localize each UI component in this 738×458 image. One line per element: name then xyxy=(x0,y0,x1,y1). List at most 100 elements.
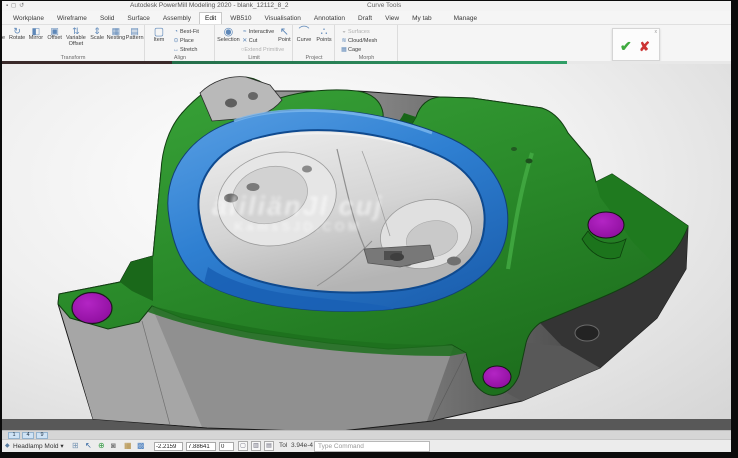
place-button[interactable]: ⊙Place xyxy=(172,36,199,45)
contextual-tab-group-label: Curve Tools xyxy=(367,2,401,9)
mirror-label: Mirror xyxy=(27,36,46,42)
viewport-3d[interactable]: äliliänJl cuj KamsSJD.COM xyxy=(2,64,731,430)
level-tab-4[interactable]: 4 xyxy=(22,432,34,439)
variable-offset-label: Variable Offset xyxy=(64,36,88,47)
ribbon-tab-bar: Workplane Wireframe Solid Surface Assemb… xyxy=(2,11,731,25)
place-label: Place xyxy=(180,38,194,44)
cage-label: Cage xyxy=(348,47,361,53)
grid-icon[interactable]: ▩ xyxy=(137,441,145,451)
best-fit-button[interactable]: ◔Best-Fit xyxy=(172,27,199,36)
cancel-button[interactable]: ✘ xyxy=(639,39,650,55)
tab-draft[interactable]: Draft xyxy=(353,13,377,24)
green-hole-1 xyxy=(526,159,533,164)
table-icon[interactable]: ▦ xyxy=(124,441,132,451)
interactive-button[interactable]: ≈Interactive xyxy=(241,27,277,36)
coord-y-field[interactable] xyxy=(186,442,216,451)
extend-primitive-label: Extend Primitive xyxy=(244,47,284,53)
title-bar: ▪◻↺ Autodesk PowerMill Modeling 2020 - b… xyxy=(2,1,731,11)
group-project: ⌒Curve ∴Points Project xyxy=(294,25,335,61)
points-button[interactable]: ∴Points xyxy=(314,26,334,44)
tab-wireframe[interactable]: Wireframe xyxy=(52,13,92,24)
cursor-icon[interactable]: ↖ xyxy=(85,441,92,451)
rotate-button[interactable]: ↻Rotate xyxy=(8,26,27,42)
stretch-button[interactable]: ↔Stretch xyxy=(172,45,199,54)
selection-button[interactable]: ◉Selection xyxy=(216,26,241,44)
rotate-label: Rotate xyxy=(8,36,27,42)
tab-visualisation[interactable]: Visualisation xyxy=(260,13,306,24)
coord-x-field[interactable] xyxy=(154,442,183,451)
cloud-mesh-icon: ≋ xyxy=(340,37,348,44)
cut-icon: ✕ xyxy=(241,37,249,44)
accept-button[interactable]: ✔ xyxy=(620,38,632,55)
scale-button[interactable]: ⇕Scale xyxy=(88,26,107,42)
cage-button[interactable]: ▦Cage xyxy=(340,45,377,54)
stretch-label: Stretch xyxy=(180,47,197,53)
pattern-button[interactable]: ▤Pattern xyxy=(125,26,144,42)
interactive-label: Interactive xyxy=(249,29,274,35)
mirror-button[interactable]: ◧Mirror xyxy=(27,26,46,42)
pattern-label: Pattern xyxy=(125,36,144,42)
ribbon: ⊕Move ↻Rotate ◧Mirror ▣Offset ⇅Variable … xyxy=(2,25,731,61)
place-icon: ⊙ xyxy=(172,37,180,44)
purple-insert-left xyxy=(72,293,112,324)
status-toggle-1-icon[interactable]: ▢ xyxy=(238,441,248,451)
item-button[interactable]: ▢Item xyxy=(146,26,172,44)
mold-model[interactable] xyxy=(2,64,731,430)
save-icon: ◻ xyxy=(11,3,19,9)
window-title: Autodesk PowerMill Modeling 2020 - blank… xyxy=(130,2,289,9)
level-tab-1[interactable]: 1 xyxy=(8,432,20,439)
tab-wb510[interactable]: WB510 xyxy=(225,13,256,24)
best-fit-icon: ◔ xyxy=(172,29,180,35)
tab-assembly[interactable]: Assembly xyxy=(158,13,196,24)
cut-button[interactable]: ✕Cut xyxy=(241,36,277,45)
boss-hole-1 xyxy=(225,99,237,108)
surfaces-morph-label: Surfaces xyxy=(348,29,370,35)
group-align: ▢Item ◔Best-Fit ⊙Place ↔Stretch Align xyxy=(146,25,215,61)
snap-icon[interactable]: ⊞ xyxy=(72,441,79,451)
selection-label: Selection xyxy=(216,38,241,44)
point-label: Point xyxy=(277,38,292,44)
tab-view[interactable]: View xyxy=(380,13,404,24)
confirm-panel: ✔ ✘ x xyxy=(612,28,660,61)
cage-icon: ▦ xyxy=(340,46,348,53)
point-button[interactable]: ↖Point xyxy=(277,26,292,44)
status-toggle-3-icon[interactable]: ▤ xyxy=(264,441,274,451)
curve-label: Curve xyxy=(294,38,314,44)
tolerance-label: Tol xyxy=(279,442,287,449)
tab-my-tab[interactable]: My tab xyxy=(407,13,437,24)
panel-close-icon[interactable]: x xyxy=(655,29,658,35)
cut-label: Cut xyxy=(249,38,258,44)
axes-icon[interactable]: ⊕ xyxy=(98,441,105,451)
status-bar: ◆ Headlamp Mold ▾ ⊞ ↖ ⊕ ◙ ▦ ▩ ▢ ▥ ▤ Tol … xyxy=(2,439,731,452)
cloud-mesh-button[interactable]: ≋Cloud/Mesh xyxy=(340,36,377,45)
chevron-down-icon: ▾ xyxy=(60,443,63,450)
tab-surface[interactable]: Surface xyxy=(122,13,154,24)
tab-manage[interactable]: Manage xyxy=(449,13,483,24)
level-tab-9[interactable]: 9 xyxy=(36,432,48,439)
command-input[interactable] xyxy=(314,441,430,452)
purple-insert-right xyxy=(588,212,624,238)
lock-icon[interactable]: ◙ xyxy=(111,441,116,451)
group-morph: ◒Surfaces ≋Cloud/Mesh ▦Cage Morph xyxy=(336,25,398,61)
group-transform: ⊕Move ↻Rotate ◧Mirror ▣Offset ⇅Variable … xyxy=(2,25,145,61)
quick-access-icons[interactable]: ▪◻↺ xyxy=(6,2,27,9)
undo-icon: ↺ xyxy=(19,3,27,9)
tab-edit[interactable]: Edit xyxy=(199,12,222,24)
tab-annotation[interactable]: Annotation xyxy=(309,13,350,24)
offset-label: Offset xyxy=(45,36,64,42)
coord-z-field[interactable] xyxy=(219,442,234,451)
status-lead-icon: ◆ xyxy=(5,441,10,451)
nesting-button[interactable]: ▦Nesting xyxy=(107,26,126,42)
surfaces-morph-button[interactable]: ◒Surfaces xyxy=(340,27,377,36)
scale-label: Scale xyxy=(88,36,107,42)
tab-workplane[interactable]: Workplane xyxy=(8,13,49,24)
offset-button[interactable]: ▣Offset xyxy=(45,26,64,42)
variable-offset-button[interactable]: ⇅Variable Offset xyxy=(64,26,88,47)
status-toggle-2-icon[interactable]: ▥ xyxy=(251,441,261,451)
curve-button[interactable]: ⌒Curve xyxy=(294,26,314,44)
tolerance-value: 3.94e-4 xyxy=(291,442,313,449)
tab-solid[interactable]: Solid xyxy=(95,13,119,24)
model-selector[interactable]: Headlamp Mold ▾ xyxy=(13,442,64,450)
purple-insert-bottom xyxy=(483,366,511,388)
extend-primitive-button[interactable]: ○Extend Primitive xyxy=(241,45,277,54)
